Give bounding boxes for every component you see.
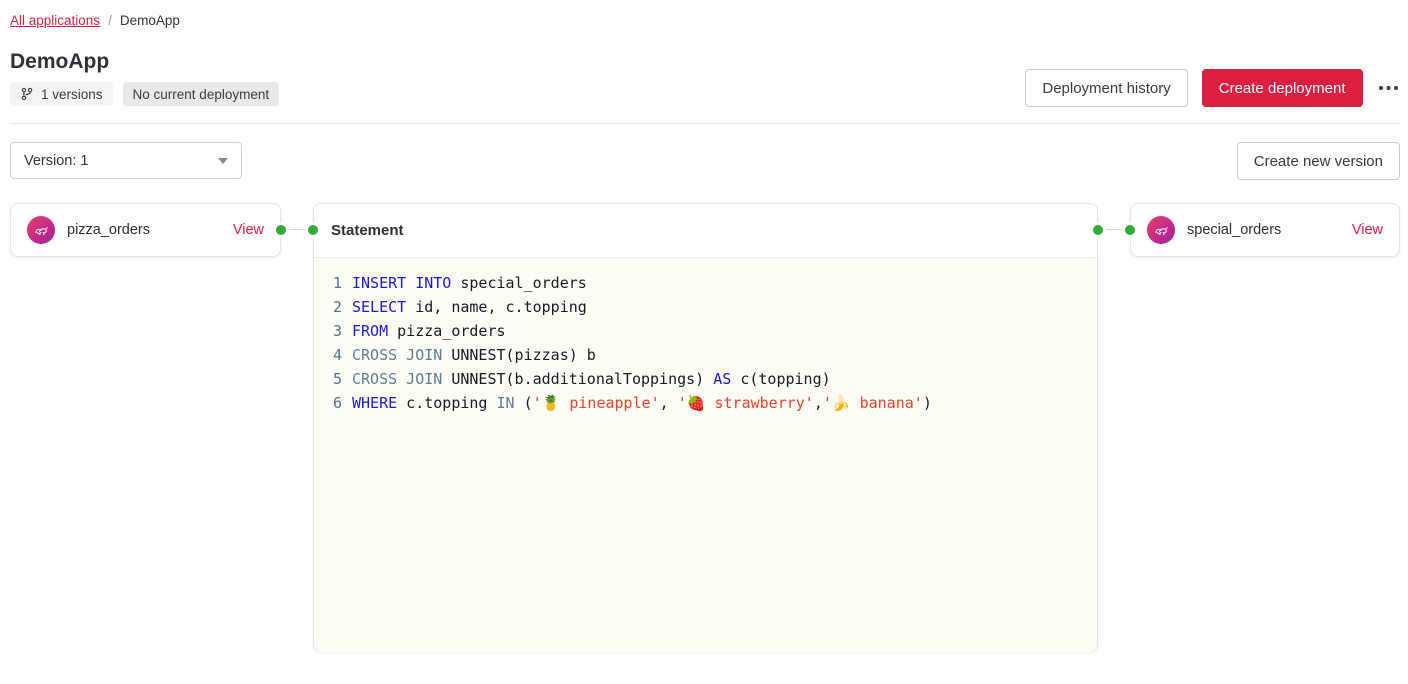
line-number: 5 (314, 367, 342, 391)
code-line: 3 FROM pizza_orders (314, 319, 1097, 343)
versions-badge-label: 1 versions (41, 87, 103, 102)
version-select-value: Version: 1 (24, 153, 89, 169)
ellipsis-icon (1379, 86, 1384, 91)
version-select[interactable]: Version: 1 (10, 142, 242, 179)
deployment-status-badge: No current deployment (123, 82, 280, 106)
code-token: ( (515, 391, 533, 415)
breadcrumb-separator: / (108, 13, 112, 28)
code-line: 4 CROSS JOIN UNNEST(pizzas) b (314, 343, 1097, 367)
connector-dot (1122, 222, 1138, 238)
more-options-button[interactable] (1377, 80, 1401, 97)
connector-dot (305, 222, 321, 238)
line-number: 1 (314, 271, 342, 295)
connector-dot (1090, 222, 1106, 238)
line-number: 3 (314, 319, 342, 343)
code-token: c(topping) (731, 367, 830, 391)
header-actions: Deployment history Create deployment (1025, 69, 1400, 107)
code-token: WHERE (352, 391, 397, 415)
code-token: CROSS JOIN (352, 343, 442, 367)
line-number: 4 (314, 343, 342, 367)
source-table-card: pizza_orders View (10, 203, 281, 257)
code-line: 5 CROSS JOIN UNNEST(b.additionalToppings)… (314, 367, 1097, 391)
code-token: pizza_orders (388, 319, 505, 343)
flink-table-icon (27, 216, 55, 244)
source-table-name: pizza_orders (67, 222, 150, 238)
code-token: CROSS JOIN (352, 367, 442, 391)
code-token: id, name, c.topping (406, 295, 587, 319)
versions-badge: 1 versions (10, 82, 113, 106)
deployment-history-button[interactable]: Deployment history (1025, 69, 1187, 107)
line-number: 6 (314, 391, 342, 415)
statement-card: Statement 1 INSERT INTO special_orders 2 SE… (313, 203, 1098, 652)
code-token: IN (497, 391, 515, 415)
target-view-link[interactable]: View (1352, 222, 1383, 238)
line-number: 2 (314, 295, 342, 319)
git-branch-icon (20, 87, 34, 101)
target-table-name: special_orders (1187, 222, 1281, 238)
chevron-down-icon (218, 158, 228, 164)
target-table-card: special_orders View (1130, 203, 1400, 257)
code-token: UNNEST(pizzas) b (442, 343, 596, 367)
source-view-link[interactable]: View (233, 222, 264, 238)
code-token: SELECT (352, 295, 406, 319)
code-token: special_orders (451, 271, 586, 295)
code-line: 6 WHERE c.topping IN ('🍍 pineapple', '🍓 s… (314, 391, 1097, 415)
code-token: INSERT INTO (352, 271, 451, 295)
flink-table-icon (1147, 216, 1175, 244)
code-token: '🍓 strawberry' (678, 391, 814, 415)
code-token: ) (923, 391, 932, 415)
code-token: , (814, 391, 823, 415)
code-token: UNNEST(b.additionalToppings) (442, 367, 713, 391)
code-line: 2 SELECT id, name, c.topping (314, 295, 1097, 319)
code-token: '🍌 banana' (823, 391, 923, 415)
create-new-version-button[interactable]: Create new version (1237, 142, 1400, 180)
code-token: '🍍 pineapple' (533, 391, 660, 415)
page-title: DemoApp (10, 50, 109, 74)
breadcrumb-current: DemoApp (120, 13, 180, 28)
code-token: c.topping (397, 391, 496, 415)
flow-canvas: pizza_orders View Statement 1 INSERT INTO… (0, 203, 1408, 673)
breadcrumb-all-applications-link[interactable]: All applications (10, 13, 100, 28)
statement-title: Statement (314, 204, 1097, 258)
connector-dot (273, 222, 289, 238)
code-token: FROM (352, 319, 388, 343)
header-divider (10, 123, 1400, 124)
code-line: 1 INSERT INTO special_orders (314, 271, 1097, 295)
code-token: , (660, 391, 678, 415)
code-token: AS (713, 367, 731, 391)
sql-code-block: 1 INSERT INTO special_orders 2 SELECT id, n… (314, 258, 1097, 652)
badges-row: 1 versions No current deployment (10, 82, 279, 106)
create-deployment-button[interactable]: Create deployment (1202, 69, 1363, 107)
breadcrumb: All applications / DemoApp (10, 13, 180, 28)
app-detail-page: All applications / DemoApp DemoApp 1 ver… (0, 0, 1408, 684)
